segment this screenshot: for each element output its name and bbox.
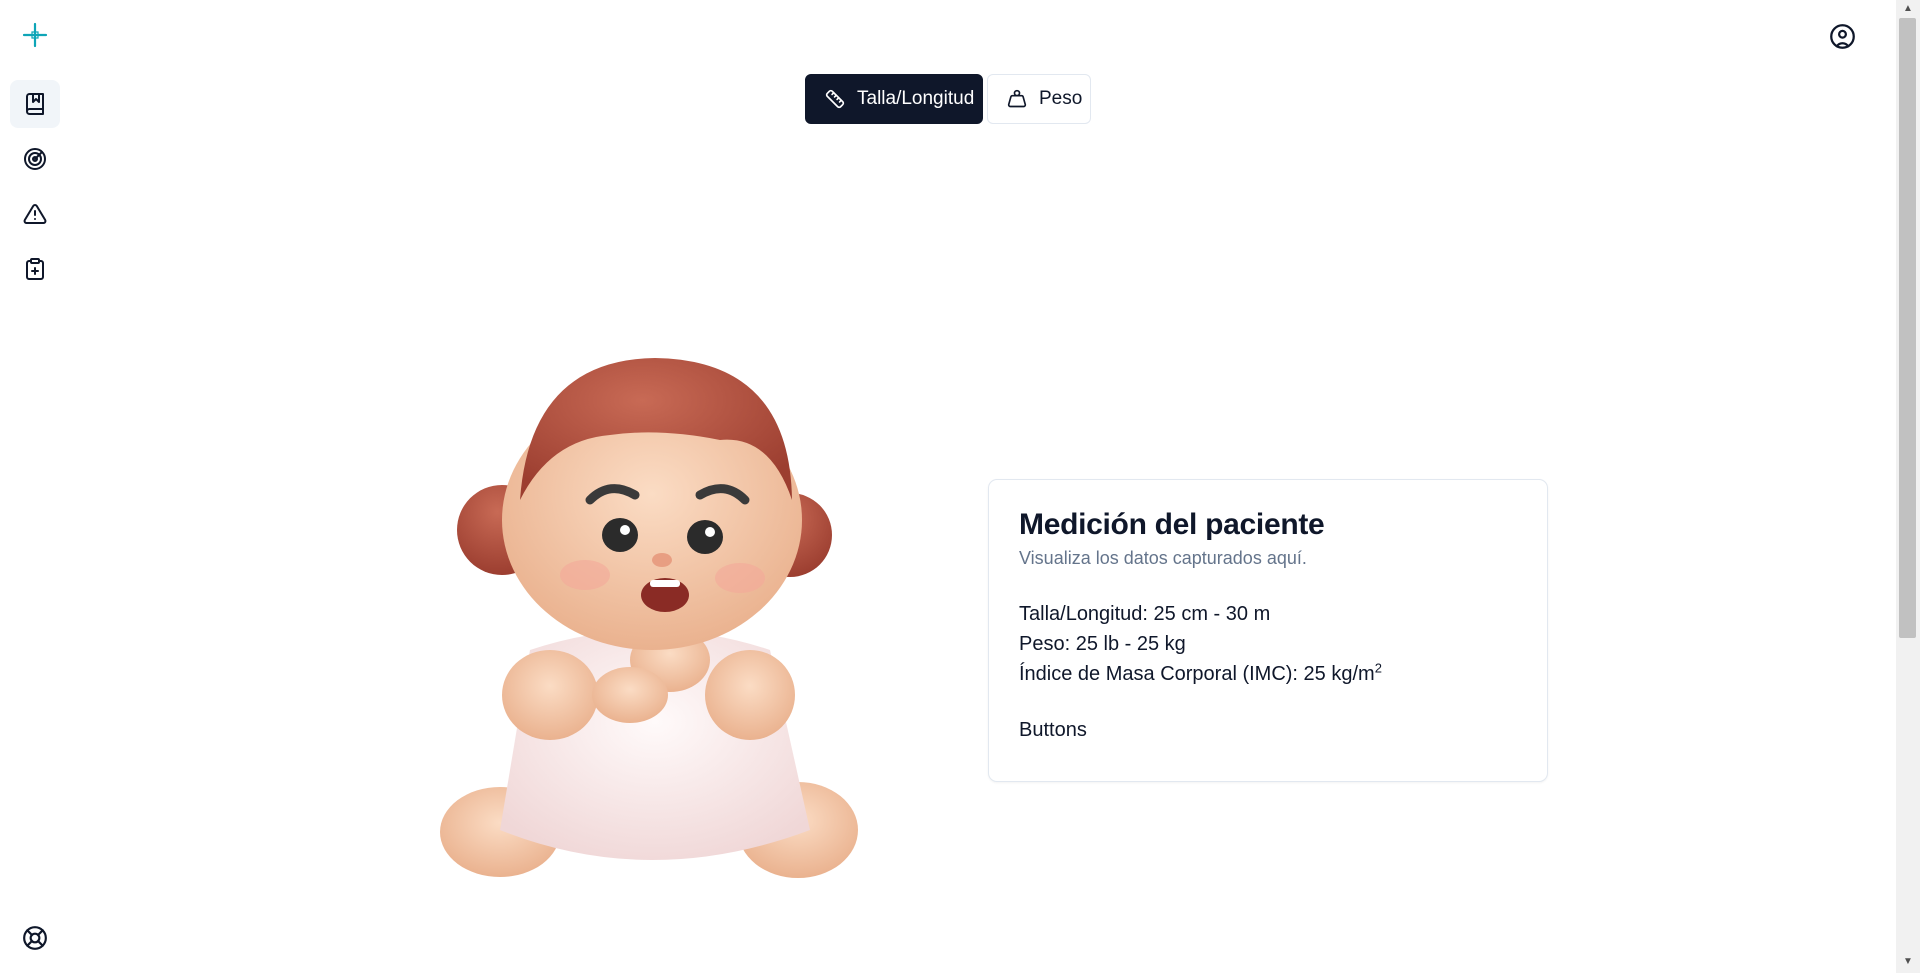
book-icon [26,93,44,115]
tab-label: Peso [1039,88,1083,109]
sidebar-item-radar[interactable] [10,135,60,183]
sidebar-item-clipboard[interactable] [10,245,60,293]
tab-label: Talla/Longitud [857,88,975,109]
sidebar [0,0,71,973]
weight-icon [1007,89,1027,108]
sidebar-item-records[interactable] [10,80,60,128]
bmi-text: Índice de Masa Corporal (IMC): 25 kg/m [1019,663,1375,685]
clipboard-plus-icon [26,258,44,280]
ruler-icon [825,89,845,109]
radar-icon [24,148,46,170]
bmi-line: Índice de Masa Corporal (IMC): 25 kg/m2 [1019,659,1517,689]
measurement-tabs: Talla/Longitud Peso [805,74,1091,124]
sidebar-item-alerts[interactable] [10,190,60,238]
user-circle-icon [1830,24,1855,49]
bmi-superscript: 2 [1374,660,1382,676]
card-title: Medición del paciente [1019,508,1325,541]
weight-line: Peso: 25 lb - 25 kg [1019,633,1186,655]
help-button[interactable] [22,925,48,951]
user-menu-button[interactable] [1829,23,1856,50]
life-buoy-icon [23,926,47,950]
tab-talla-longitud[interactable]: Talla/Longitud [805,74,983,124]
plus-cross-logo-icon[interactable] [21,21,49,49]
baby-illustration [420,350,880,910]
height-line: Talla/Longitud: 25 cm - 30 m [1019,603,1271,625]
alert-triangle-icon [23,203,47,224]
tab-peso[interactable]: Peso [987,74,1091,124]
measurement-details: Talla/Longitud: 25 cm - 30 m Peso: 25 lb… [1019,599,1517,689]
scroll-down-arrow-icon[interactable]: ▼ [1901,956,1915,968]
scroll-up-arrow-icon[interactable]: ▲ [1901,3,1915,15]
card-buttons-placeholder: Buttons [1019,719,1087,741]
card-subtitle: Visualiza los datos capturados aquí. [1019,548,1307,568]
scrollbar-thumb[interactable] [1899,18,1916,638]
patient-measurement-card: Medición del paciente Visualiza los dato… [988,479,1548,782]
